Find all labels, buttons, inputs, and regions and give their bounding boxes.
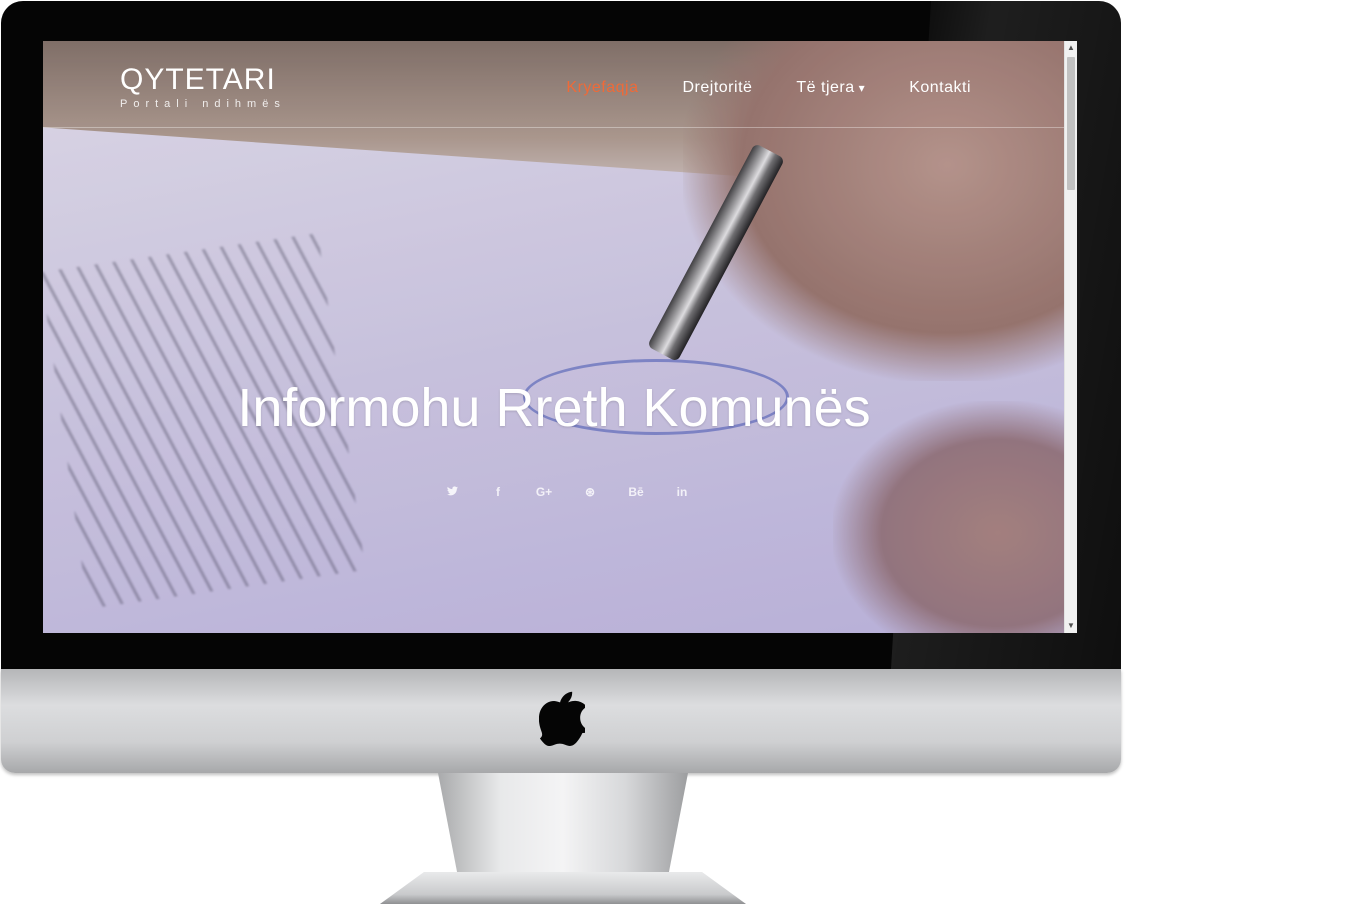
dribbble-icon[interactable]: ⊛ <box>567 485 613 499</box>
nav-item-drejtorite[interactable]: Drejtoritë <box>683 79 753 97</box>
twitter-icon[interactable] <box>429 485 475 499</box>
facebook-icon[interactable]: f <box>475 485 521 499</box>
scroll-up-arrow-icon[interactable]: ▲ <box>1065 41 1077 55</box>
chevron-down-icon: ▾ <box>858 81 866 95</box>
nav-item-kryefaqja[interactable]: Kryefaqja <box>566 79 638 97</box>
scrollbar-thumb[interactable] <box>1067 57 1075 190</box>
nav-item-te-tjera[interactable]: Të tjera ▾ <box>796 79 865 97</box>
nav-item-te-tjera-label: Të tjera <box>796 79 855 96</box>
social-links: f G+ ⊛ Bē in <box>429 485 705 499</box>
nav-item-kontakti[interactable]: Kontakti <box>909 79 971 97</box>
google-plus-icon[interactable]: G+ <box>521 485 567 499</box>
vertical-scrollbar[interactable]: ▲ ▼ <box>1064 41 1077 633</box>
brand-title: QYTETARI <box>120 63 276 96</box>
main-menu: Kryefaqja Drejtoritë Të tjera ▾ Kontakti <box>522 79 971 97</box>
top-navbar: QYTETARI Portali ndihmës Kryefaqja Drejt… <box>43 41 1065 128</box>
hero-background-image: QYTETARI Portali ndihmës Kryefaqja Drejt… <box>43 41 1065 633</box>
hero-headline: Informohu Rreth Komunës <box>237 378 871 438</box>
apple-logo-icon <box>539 691 585 746</box>
monitor-stand-foot <box>380 872 746 904</box>
monitor-stand-neck <box>438 773 688 877</box>
site-logo[interactable]: QYTETARI Portali ndihmës <box>120 63 286 111</box>
behance-icon[interactable]: Bē <box>613 485 659 499</box>
browser-viewport: QYTETARI Portali ndihmës Kryefaqja Drejt… <box>43 41 1077 633</box>
linkedin-icon[interactable]: in <box>659 485 705 499</box>
brand-subtitle: Portali ndihmës <box>120 98 286 110</box>
scroll-down-arrow-icon[interactable]: ▼ <box>1065 619 1077 633</box>
